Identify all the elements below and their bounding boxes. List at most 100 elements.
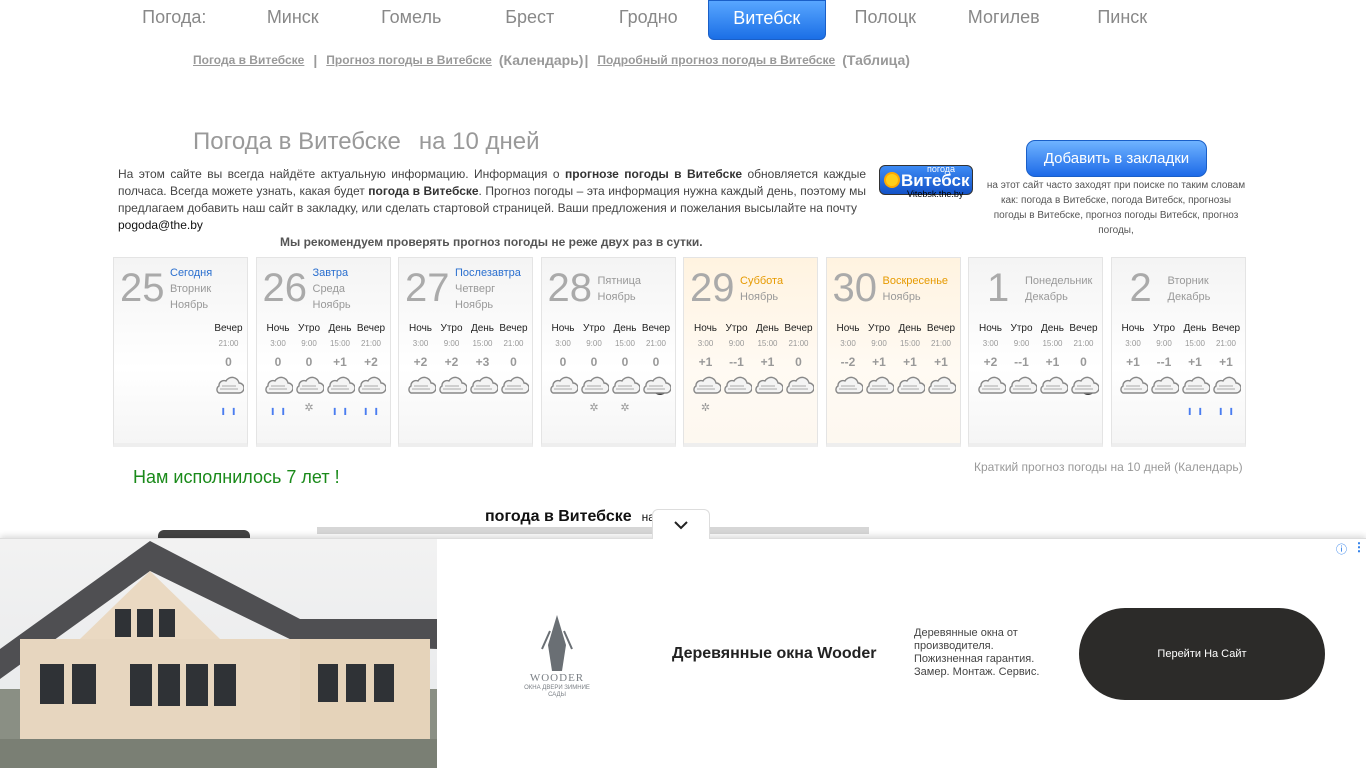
temperature: +1 [1188, 355, 1202, 369]
weekday: Вторник [1167, 275, 1209, 287]
day-number: 30 [832, 266, 878, 310]
cloud-icon [356, 373, 387, 401]
link-forecast[interactable]: Прогноз погоды в Витебске [326, 53, 492, 67]
period-column: Вечер 21:00 +2 ╻ ╻ [356, 323, 387, 415]
day-number: 26 [262, 266, 308, 310]
temperature: --1 [1014, 355, 1029, 369]
period-column: День 15:00 +3 [467, 323, 498, 423]
mooncloud-icon [1068, 373, 1099, 401]
day-label: Пятница Ноябрь [597, 275, 642, 303]
cloud-icon [783, 373, 814, 401]
ad-description: Деревянные окна от производителя. Пожизн… [914, 627, 1040, 678]
calendar-note[interactable]: Краткий прогноз погоды на 10 дней (Кален… [974, 460, 1243, 474]
period-column: Утро 9:00 --1 [721, 323, 752, 423]
ad-banner[interactable]: WOODER ОКНА ДВЕРИ ЗИМНИЕ САДЫ Деревянные… [0, 538, 1366, 768]
city-link-pinsk[interactable]: Пинск [1063, 0, 1182, 34]
ad-title[interactable]: Деревянные окна Wooder [672, 645, 877, 663]
city-link-gomel[interactable]: Гомель [352, 0, 471, 34]
cloud-icon [548, 373, 579, 401]
temperature: 0 [1080, 355, 1087, 369]
snow-icon: ✲ [304, 402, 314, 414]
temperature: +1 [1126, 355, 1140, 369]
period-column: Ночь 3:00 0 ╻ ╻ [263, 323, 294, 423]
add-bookmark-button[interactable]: Добавить в закладки [1026, 140, 1207, 177]
temperature: 0 [621, 355, 629, 369]
link-detailed-forecast[interactable]: Подробный прогноз погоды в Витебске [597, 53, 835, 67]
mooncloud-icon [641, 373, 672, 401]
period-column: День 15:00 0 ✲ [610, 323, 641, 423]
day-label: Воскресенье Ноябрь [882, 275, 949, 303]
site-logo[interactable]: погода Витебск Vitebsk.the.by [879, 162, 973, 200]
temperature: 0 [274, 355, 282, 369]
link-weather[interactable]: Погода в Витебске [193, 53, 304, 67]
suncloud-icon [864, 373, 895, 401]
temperature: 0 [225, 355, 232, 369]
cloud-icon [467, 373, 498, 401]
period-column: Вечер 21:00 0 ╻ ╻ [213, 323, 244, 415]
search-tags: на этот сайт часто заходят при поиске по… [986, 180, 1246, 236]
cloud-icon [690, 373, 721, 401]
house-photo [0, 539, 437, 768]
day-card[interactable]: 29 Суббота Ноябрь Ночь 3:00 +1 ✲ Утро 9:00 --1 Ден… [683, 257, 818, 447]
city-link-minsk[interactable]: Минск [234, 0, 353, 34]
snow-icon: ✲ [620, 402, 630, 414]
cloud-icon [498, 373, 529, 401]
rain-icon: ╻ ╻ [269, 401, 287, 415]
city-link-polotsk[interactable]: Полоцк [826, 0, 945, 34]
cloud-icon [213, 373, 244, 401]
relative-day-link[interactable]: Послезавтра [455, 265, 521, 281]
temperature: +1 [760, 355, 775, 369]
cloud-icon [721, 373, 752, 401]
day-number: 2 [1129, 266, 1152, 310]
cloud-icon [833, 373, 864, 401]
day-card[interactable]: 2 Вторник Декабрь Ночь 3:00 +1 Утро 9:00 --1 День… [1110, 257, 1246, 447]
city-link-vitebsk[interactable]: Витебск [707, 0, 826, 40]
temperature: +1 [698, 355, 713, 369]
city-link-brest[interactable]: Брест [471, 0, 590, 34]
period-column: Ночь 3:00 +2 [405, 323, 436, 423]
day-card[interactable]: 26 Завтра Среда Ноябрь Ночь 3:00 0 ╻ ╻ Утро 9:00 0… [255, 257, 391, 447]
cloud-icon [752, 373, 783, 401]
day-card[interactable]: 25 Сегодня Вторник Ноябрь Вечер 21:00 0 ╻ ╻ [113, 257, 248, 447]
weekday: Воскресенье [882, 275, 949, 287]
relative-day-link[interactable]: Сегодня [170, 265, 212, 281]
day-card[interactable]: 1 Понедельник Декабрь Ночь 3:00 +2 Утро 9:00 --1… [968, 257, 1103, 447]
sun-icon [886, 174, 898, 186]
city-link-mogilev[interactable]: Могилев [945, 0, 1064, 34]
contact-email[interactable]: pogoda@the.by [118, 218, 203, 232]
temperature: +1 [333, 355, 347, 369]
section-heading: погода в Витебске на [485, 508, 655, 525]
period-column: Ночь 3:00 +2 [975, 323, 1006, 423]
weekday: Суббота [740, 275, 784, 287]
rain-icon: ╻ ╻ [219, 401, 238, 415]
day-card[interactable]: 27 Послезавтра Четверг Ноябрь Ночь 3:00 +2 Утро… [398, 257, 533, 447]
period-column: Вечер 21:00 +1 [926, 323, 957, 423]
visit-site-button[interactable]: Перейти На Сайт [1079, 608, 1325, 700]
collapse-ad-button[interactable] [652, 509, 710, 539]
day-card[interactable]: 30 Воскресенье Ноябрь Ночь 3:00 --2 Утро 9:00 +1… [825, 257, 961, 447]
kebab-menu-icon[interactable]: ⋮ [1353, 540, 1365, 554]
sub-navigation: Погода в Витебске | Прогноз погоды в Вит… [193, 52, 917, 68]
temperature: 0 [305, 355, 313, 369]
period-column: Ночь 3:00 --2 [833, 323, 864, 423]
period-column: День 15:00 +1 [752, 323, 783, 423]
city-link-grodno[interactable]: Гродно [589, 0, 708, 34]
divider [317, 527, 869, 534]
period-column: Ночь 3:00 +1 [1118, 323, 1149, 423]
temperature: +2 [413, 355, 428, 369]
weekday: Пятница [597, 275, 642, 287]
cloud-icon [1211, 373, 1242, 401]
page-title: Погода в Витебске на 10 дней [193, 128, 540, 155]
cloud-icon [895, 373, 926, 401]
rain-icon: ╻ ╻ [331, 401, 349, 415]
day-number: 28 [547, 266, 593, 310]
cloud-icon [579, 373, 610, 401]
calendar-label: (Календарь) [498, 52, 584, 68]
temperature: +1 [1219, 355, 1233, 369]
period-column: Утро 9:00 --1 [1006, 323, 1037, 423]
day-card[interactable]: 28 Пятница Ноябрь Ночь 3:00 0 Утро 9:00 0 ✲ День 15… [540, 257, 676, 447]
day-number: 27 [405, 266, 450, 310]
info-icon[interactable]: ⓘ [1336, 541, 1347, 557]
relative-day-link[interactable]: Завтра [313, 265, 351, 281]
temperature: +1 [872, 355, 886, 369]
